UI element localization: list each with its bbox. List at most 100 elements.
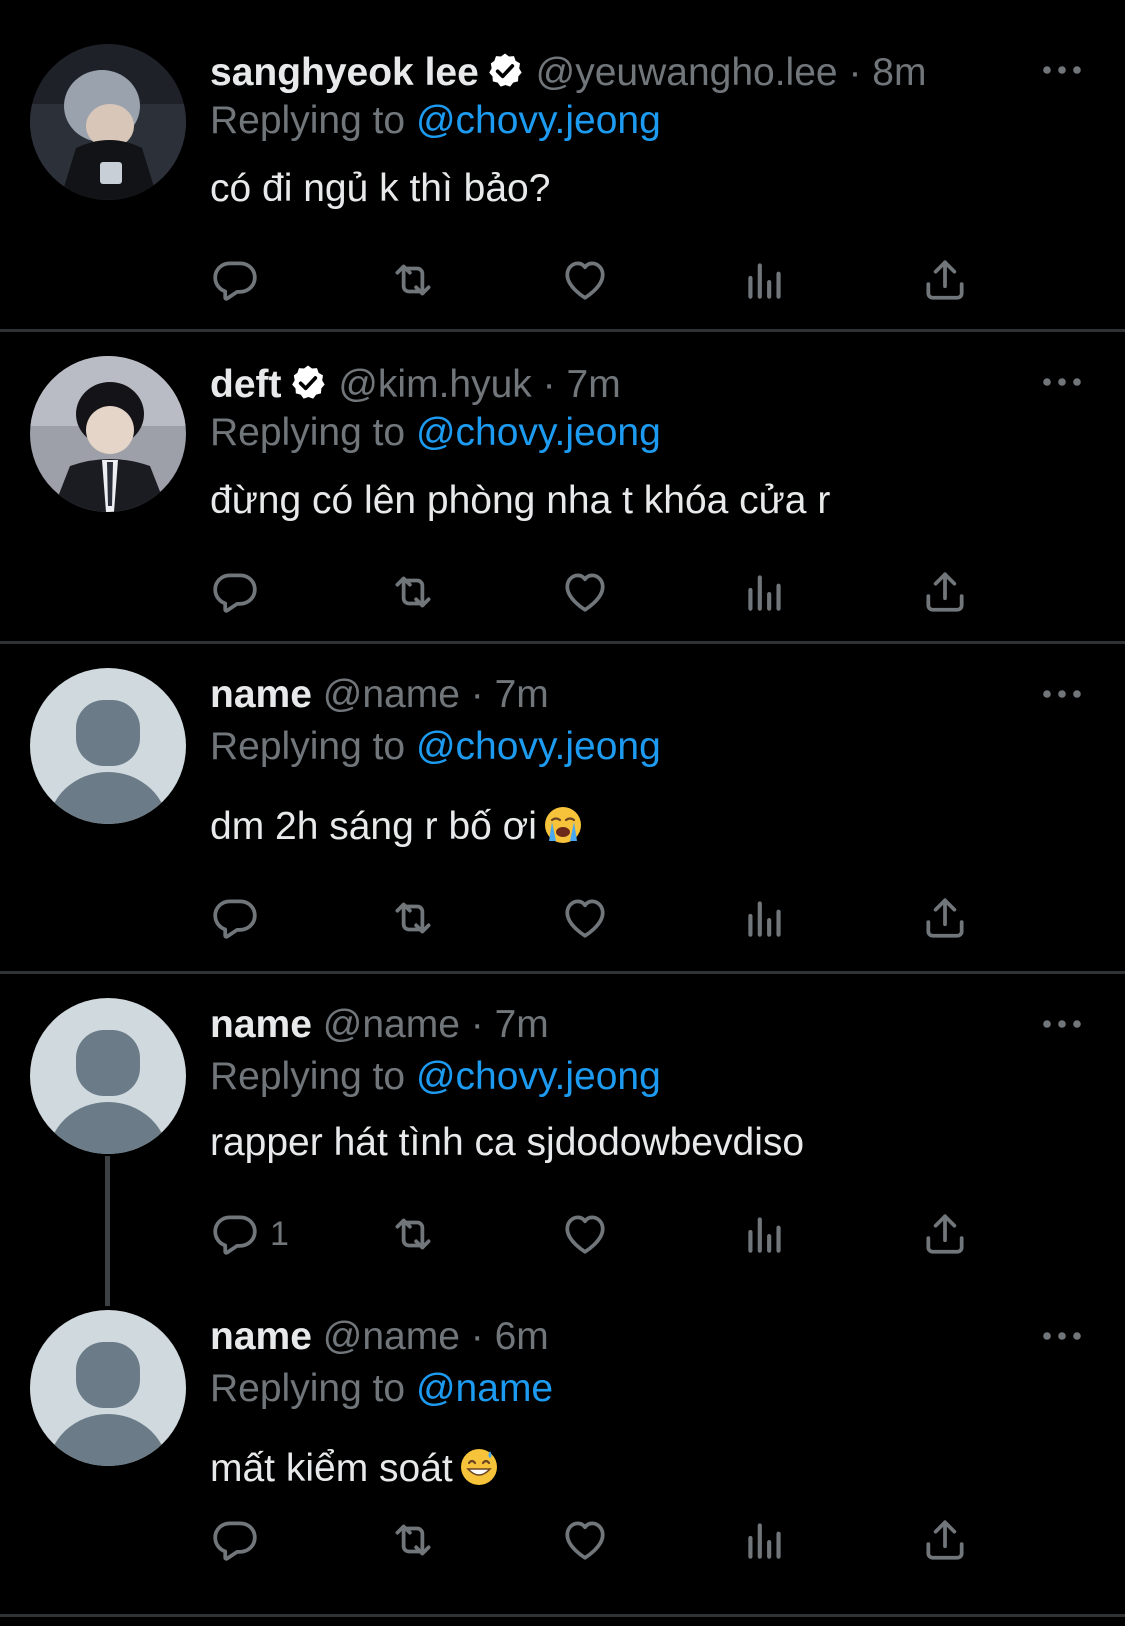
like-button[interactable] (560, 564, 610, 620)
more-icon[interactable] (1040, 1326, 1084, 1346)
tweet-4[interactable]: name @name · 7m Replying to @chovy.jeong… (0, 974, 1125, 1310)
timestamp[interactable]: 8m (872, 51, 926, 94)
display-name[interactable]: deft (210, 363, 282, 406)
replying-to: Replying to @chovy.jeong (210, 1054, 661, 1100)
share-button[interactable] (920, 252, 970, 308)
analytics-button[interactable] (740, 252, 790, 308)
reply-icon (210, 1515, 260, 1565)
mention-link[interactable]: @name (416, 1367, 553, 1410)
timestamp[interactable]: 7m (495, 673, 549, 716)
avatar-photo (30, 44, 186, 200)
separator-dot: · (848, 51, 862, 94)
reply-icon (210, 567, 260, 617)
share-button[interactable] (920, 1206, 970, 1262)
like-button[interactable] (560, 1512, 610, 1568)
tweet-text: đừng có lên phòng nha t khóa cửa r (210, 479, 831, 522)
like-icon (560, 255, 610, 305)
display-name[interactable]: sanghyeok lee (210, 51, 479, 94)
reply-count: 1 (270, 1214, 289, 1253)
reply-icon (210, 893, 260, 943)
reply-button[interactable] (210, 890, 270, 946)
more-icon[interactable] (1040, 372, 1084, 392)
tweet-1[interactable]: sanghyeok lee @yeuwangho.lee · 8m Replyi… (0, 0, 1125, 330)
analytics-icon (740, 1209, 790, 1259)
tweet-text-content: mất kiểm soát (210, 1447, 453, 1490)
handle[interactable]: @name (323, 1315, 460, 1358)
share-button[interactable] (920, 564, 970, 620)
more-icon[interactable] (1040, 60, 1084, 80)
retweet-button[interactable] (388, 564, 438, 620)
retweet-icon (388, 567, 438, 617)
tweet-text: mất kiểm soát (210, 1446, 499, 1492)
avatar[interactable] (30, 1310, 186, 1466)
tweet-text: dm 2h sáng r bố ơi (210, 804, 583, 850)
tweet-header: name @name · 6m (210, 1314, 549, 1360)
handle[interactable]: @name (323, 673, 460, 716)
separator-dot: · (542, 363, 556, 406)
like-icon (560, 567, 610, 617)
tweet-actions (210, 1512, 1010, 1568)
reply-button[interactable] (210, 252, 270, 308)
replying-prefix: Replying to (210, 1055, 406, 1098)
analytics-button[interactable] (740, 890, 790, 946)
share-button[interactable] (920, 890, 970, 946)
share-icon (920, 567, 970, 617)
retweet-button[interactable] (388, 252, 438, 308)
replying-to: Replying to @name (210, 1366, 553, 1412)
reply-button[interactable] (210, 1512, 270, 1568)
replying-prefix: Replying to (210, 411, 406, 454)
tweet-text: rapper hát tình ca sjdodowbevdiso (210, 1121, 805, 1164)
analytics-button[interactable] (740, 1206, 790, 1262)
handle[interactable]: @yeuwangho.lee (536, 51, 838, 94)
avatar[interactable] (30, 44, 186, 200)
mention-link[interactable]: @chovy.jeong (416, 411, 661, 454)
tweet-divider (0, 1614, 1125, 1617)
mention-link[interactable]: @chovy.jeong (416, 99, 661, 142)
handle[interactable]: @name (323, 1003, 460, 1046)
handle[interactable]: @kim.hyuk (338, 363, 531, 406)
analytics-button[interactable] (740, 564, 790, 620)
reply-icon (210, 1209, 260, 1259)
analytics-icon (740, 567, 790, 617)
like-button[interactable] (560, 252, 610, 308)
avatar[interactable] (30, 668, 186, 824)
mention-link[interactable]: @chovy.jeong (416, 1055, 661, 1098)
grinning-face-with-sweat-icon (460, 1449, 497, 1485)
more-icon[interactable] (1040, 1014, 1084, 1034)
display-name[interactable]: name (210, 1003, 312, 1046)
mention-link[interactable]: @chovy.jeong (416, 725, 661, 768)
retweet-icon (388, 1209, 438, 1259)
replying-to: Replying to @chovy.jeong (210, 98, 661, 144)
avatar[interactable] (30, 356, 186, 512)
retweet-button[interactable] (388, 1206, 438, 1262)
tweet-header: name @name · 7m (210, 1002, 549, 1048)
retweet-button[interactable] (388, 1512, 438, 1568)
reply-button[interactable] (210, 564, 270, 620)
avatar[interactable] (30, 998, 186, 1154)
share-icon (920, 1209, 970, 1259)
tweet-5[interactable]: name @name · 6m Replying to @name mất ki… (0, 1286, 1125, 1616)
timestamp[interactable]: 7m (567, 363, 621, 406)
replying-prefix: Replying to (210, 725, 406, 768)
display-name[interactable]: name (210, 673, 312, 716)
replying-to: Replying to @chovy.jeong (210, 410, 661, 456)
tweet-2[interactable]: deft @kim.hyuk · 7m Replying to @chovy.j… (0, 332, 1125, 642)
like-icon (560, 893, 610, 943)
loudly-crying-face-icon (544, 807, 581, 843)
tweet-3[interactable]: name @name · 7m Replying to @chovy.jeong… (0, 644, 1125, 972)
like-button[interactable] (560, 890, 610, 946)
display-name[interactable]: name (210, 1315, 312, 1358)
retweet-icon (388, 893, 438, 943)
tweet-header: deft @kim.hyuk · 7m (210, 362, 621, 408)
more-icon[interactable] (1040, 684, 1084, 704)
like-button[interactable] (560, 1206, 610, 1262)
replying-prefix: Replying to (210, 99, 406, 142)
tweet-header: sanghyeok lee @yeuwangho.lee · 8m (210, 50, 926, 96)
analytics-icon (740, 255, 790, 305)
timestamp[interactable]: 7m (495, 1003, 549, 1046)
analytics-button[interactable] (740, 1512, 790, 1568)
reply-button[interactable]: 1 (210, 1206, 289, 1262)
share-button[interactable] (920, 1512, 970, 1568)
timestamp[interactable]: 6m (495, 1315, 549, 1358)
retweet-button[interactable] (388, 890, 438, 946)
